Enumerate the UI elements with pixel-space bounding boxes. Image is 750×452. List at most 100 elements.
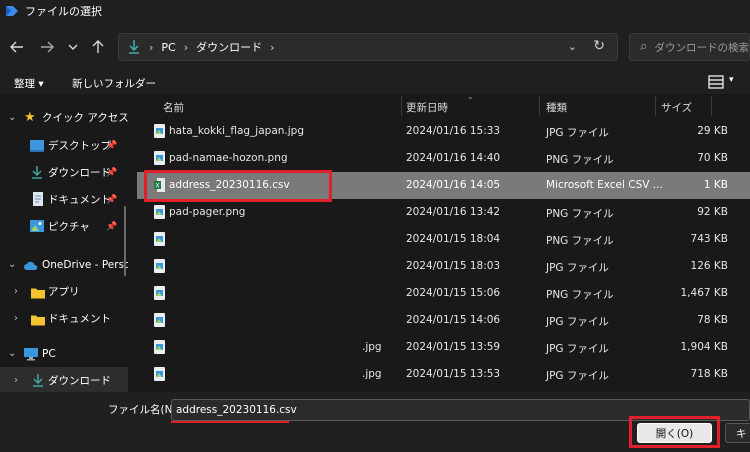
nav-pictures-label: ピクチャ [48,221,90,233]
file-type: PNG ファイル [546,154,614,166]
command-bar: 整理 ▾ 新しいフォルダー ▾ [0,72,750,94]
desktop-icon [30,140,44,152]
column-size[interactable]: サイズ [661,100,692,115]
nav-pc[interactable]: ⌄ PC [0,340,128,367]
file-type: JPG ファイル [546,316,609,328]
nav-pictures[interactable]: ピクチャ 📌 [0,213,128,240]
file-name: hata_kokki_flag_japan.jpg [169,125,305,137]
nav-downloads-label: ダウンロード [48,167,111,179]
file-modified-date: 2024/01/15 13:53 [406,368,501,380]
nav-quick-access-label: クイック アクセス [42,112,128,124]
star-icon: ★ [24,110,36,125]
nav-onedrive[interactable]: ⌄ OneDrive - Perso [0,251,128,278]
column-divider[interactable] [655,96,656,116]
nav-desktop-label: デスクトップ [48,140,111,152]
excel-csv-icon: X [154,178,165,192]
picture-icon [30,220,44,232]
open-button[interactable]: 開く(O) [637,423,712,443]
view-options-icon[interactable] [708,75,724,89]
image-file-icon [154,205,165,219]
breadcrumb-downloads[interactable]: ダウンロード [196,39,262,55]
file-modified-date: 2024/01/16 14:05 [406,179,501,191]
column-name[interactable]: 名前 [163,100,184,115]
file-row[interactable]: pad-namae-hozon.png 2024/01/16 14:40 PNG フ… [137,145,750,172]
nav-documents[interactable]: ドキュメント 📌 [0,186,128,213]
cloud-icon [24,261,38,270]
filename-label: ファイル名(N): [108,404,181,416]
svg-text:X: X [155,182,160,190]
nav-quick-access[interactable]: ⌄ ★ クイック アクセス [0,104,128,131]
search-icon [640,44,647,50]
document-icon [33,192,43,206]
collapse-chevron-icon[interactable]: › [14,313,18,324]
nav-onedrive-apps[interactable]: › アプリ [0,278,128,305]
nav-onedrive-apps-label: アプリ [48,286,80,298]
file-type: JPG ファイル [546,370,609,382]
power-automate-icon [6,6,18,16]
file-row[interactable]: 2024/01/15 14:06 JPG ファイル 78 KB [137,307,750,334]
breadcrumb-pc[interactable]: PC [161,41,175,54]
file-row[interactable]: .jpg 2024/01/15 13:59 JPG ファイル 1,904 KB [137,334,750,361]
expand-chevron-icon[interactable]: ⌄ [8,348,16,359]
collapse-chevron-icon[interactable]: › [14,286,18,297]
file-name-bar: ファイル名(N): 開く(O) キ [0,392,750,452]
file-type: JPG ファイル [546,343,609,355]
nav-documents-label: ドキュメント [48,194,111,206]
image-file-icon [154,232,165,246]
refresh-icon[interactable]: ↻ [593,38,605,54]
address-history-chevron-icon[interactable]: ⌄ [568,40,577,53]
file-row[interactable]: pad-pager.png 2024/01/16 13:42 PNG ファイル 92 … [137,199,750,226]
back-button[interactable] [6,36,28,58]
column-divider[interactable] [711,96,712,116]
file-modified-date: 2024/01/15 18:03 [406,260,501,272]
file-row[interactable]: 2024/01/15 15:06 PNG ファイル 1,467 KB [137,280,750,307]
download-icon [129,40,139,54]
file-row[interactable]: Xaddress_20230116.csv 2024/01/16 14:05 Mic… [137,172,750,199]
column-divider[interactable] [401,96,402,116]
file-size: 1,467 KB [680,287,729,299]
file-size: 92 KB [697,206,728,218]
search-box[interactable]: ダウンロードの検索 [629,33,750,61]
file-type: JPG ファイル [546,127,609,139]
arrow-left-icon [10,41,23,53]
new-folder-button[interactable]: 新しいフォルダー [72,76,156,91]
organize-menu[interactable]: 整理 ▾ [14,76,44,91]
file-size: 29 KB [697,125,728,137]
column-divider[interactable] [539,96,540,116]
download-icon [33,374,43,387]
sort-chevron-icon: ⌄ [467,94,474,101]
filename-highlight-underline [171,421,289,423]
column-date[interactable]: 更新日時 [406,100,448,115]
file-type: PNG ファイル [546,208,614,220]
expand-chevron-icon[interactable]: ⌄ [8,259,16,270]
search-placeholder: ダウンロードの検索 [654,41,750,54]
image-file-icon [154,124,165,138]
pin-icon: 📌 [106,194,118,205]
view-options-chevron-icon[interactable]: ▾ [729,75,734,85]
column-type[interactable]: 種類 [546,100,567,115]
image-file-icon [154,259,165,273]
expand-chevron-icon[interactable]: ⌄ [8,112,16,123]
forward-button[interactable] [36,36,58,58]
nav-pc-downloads[interactable]: › ダウンロード [0,367,128,392]
arrow-right-icon [41,41,54,53]
file-size: 78 KB [697,314,728,326]
file-type: PNG ファイル [546,235,614,247]
pc-icon [24,348,38,361]
address-bar[interactable]: › PC › ダウンロード › ⌄ ↻ [118,33,618,61]
nav-desktop[interactable]: デスクトップ 📌 [0,132,128,159]
filename-input[interactable] [171,399,750,421]
up-button[interactable] [87,36,109,58]
collapse-chevron-icon[interactable]: › [14,375,18,386]
navigation-scrollbar[interactable] [124,206,126,276]
file-row[interactable]: 2024/01/15 18:03 JPG ファイル 126 KB [137,253,750,280]
file-row[interactable]: 2024/01/15 18:04 PNG ファイル 743 KB [137,226,750,253]
recent-locations-button[interactable] [62,36,84,58]
nav-onedrive-documents[interactable]: › ドキュメント [0,305,128,332]
file-row[interactable]: .jpg 2024/01/15 13:53 JPG ファイル 718 KB [137,361,750,388]
cancel-button[interactable]: キ [725,423,750,443]
file-modified-date: 2024/01/15 18:04 [406,233,501,245]
nav-downloads[interactable]: ダウンロード 📌 [0,159,128,186]
breadcrumb-separator: › [270,40,275,54]
file-row[interactable]: hata_kokki_flag_japan.jpg 2024/01/16 15:3… [137,118,750,145]
